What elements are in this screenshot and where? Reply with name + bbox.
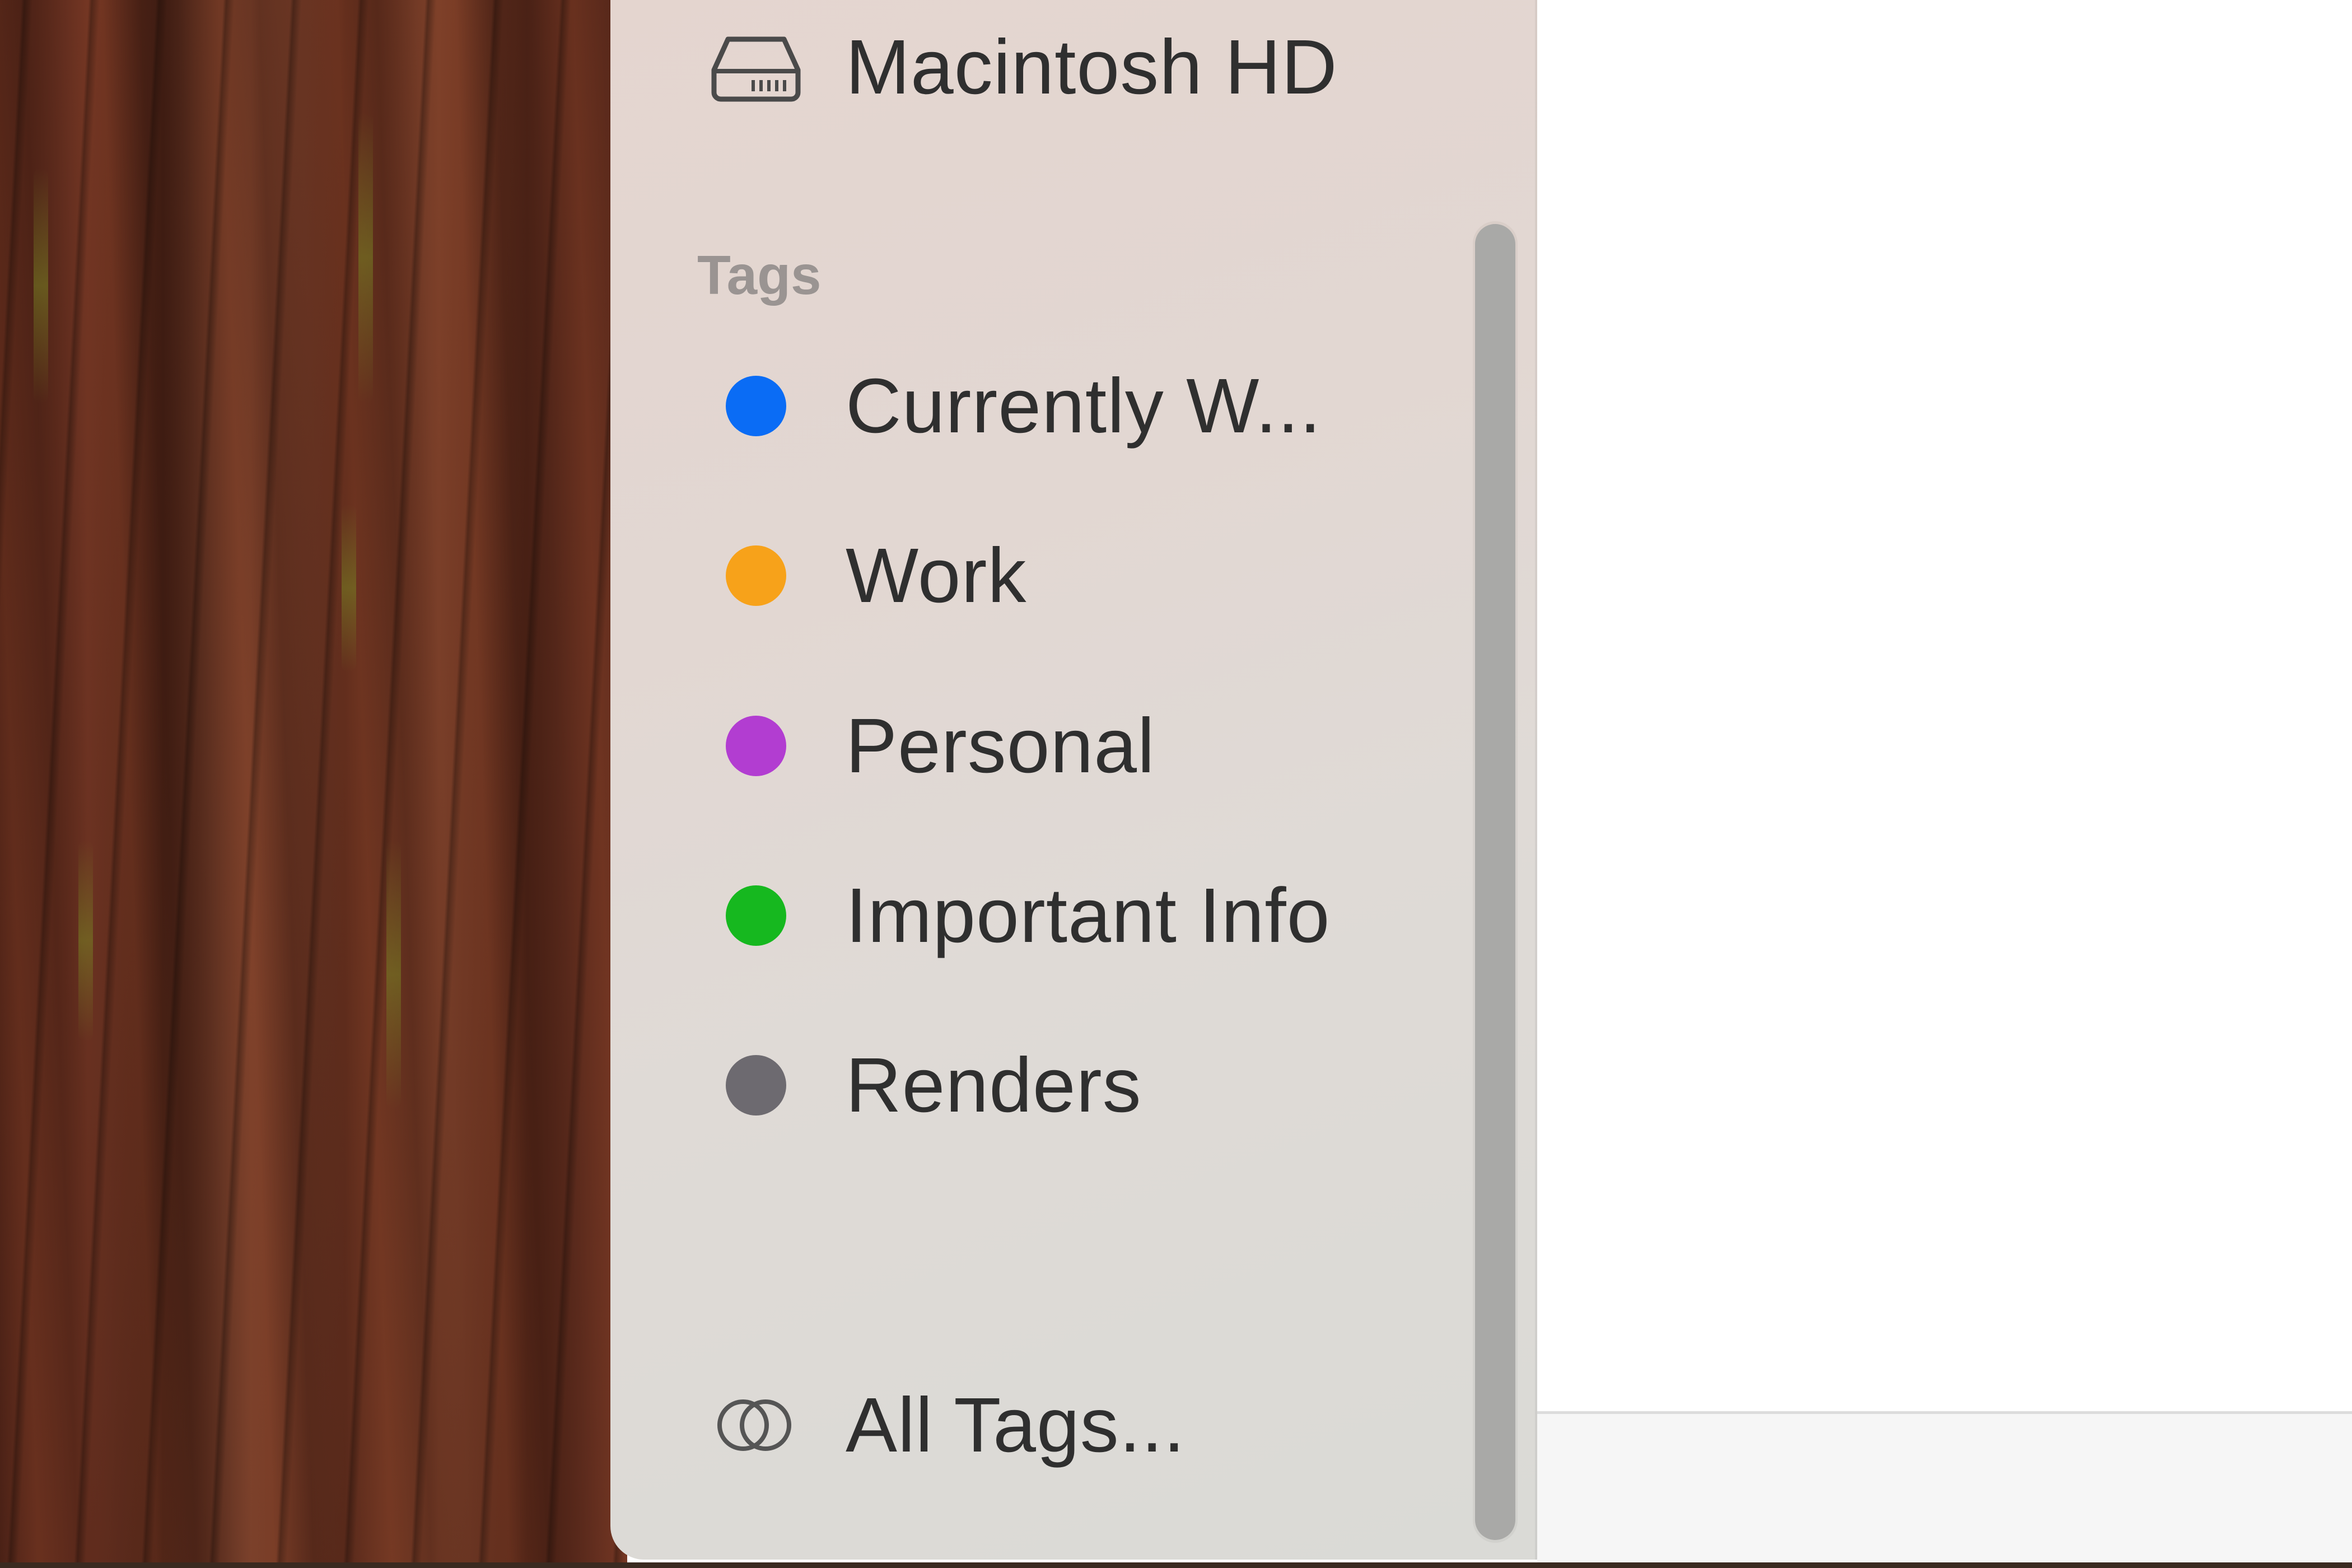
sidebar-item-tag-personal[interactable]: Personal bbox=[700, 690, 1155, 802]
sidebar-item-label: All Tags... bbox=[846, 1382, 1186, 1468]
sidebar-item-tag-renders[interactable]: Renders bbox=[700, 1029, 1142, 1141]
orange-tag-icon bbox=[700, 520, 812, 632]
desktop-wallpaper bbox=[0, 0, 627, 1568]
sidebar-item-tag-currently-working[interactable]: Currently W... bbox=[700, 350, 1322, 462]
tag-color-dot bbox=[726, 376, 786, 436]
sidebar-scrollbar-thumb[interactable] bbox=[1475, 224, 1515, 1540]
tag-color-dot bbox=[726, 716, 786, 776]
sidebar-item-label: Renders bbox=[846, 1042, 1142, 1128]
sidebar-item-label: Personal bbox=[846, 702, 1155, 789]
tag-color-dot bbox=[726, 545, 786, 606]
sidebar-item-label: Work bbox=[846, 532, 1027, 619]
finder-status-bar bbox=[1537, 1414, 2352, 1562]
purple-tag-icon bbox=[700, 690, 812, 802]
tag-color-dot bbox=[726, 1055, 786, 1116]
desktop-edge bbox=[0, 1562, 2352, 1568]
sidebar-item-label: Macintosh HD bbox=[846, 24, 1338, 110]
all-tags-icon bbox=[700, 1369, 812, 1481]
finder-file-area[interactable] bbox=[1537, 0, 2352, 1411]
screen: Macintosh HD Tags Currently W... Work Pe… bbox=[0, 0, 2352, 1568]
sidebar-item-label: Important Info bbox=[846, 872, 1331, 959]
sidebar-item-tag-important-info[interactable]: Important Info bbox=[700, 860, 1330, 972]
sidebar-item-label: Currently W... bbox=[846, 362, 1322, 449]
tag-color-dot bbox=[726, 885, 786, 946]
hard-drive-icon bbox=[700, 11, 812, 123]
sidebar-item-macintosh-hd[interactable]: Macintosh HD bbox=[700, 11, 1338, 123]
section-header-tags: Tags bbox=[697, 244, 822, 306]
blue-tag-icon bbox=[700, 350, 812, 462]
gray-tag-icon bbox=[700, 1029, 812, 1141]
green-tag-icon bbox=[700, 860, 812, 972]
sidebar-item-tag-work[interactable]: Work bbox=[700, 520, 1026, 632]
sidebar-item-all-tags[interactable]: All Tags... bbox=[700, 1369, 1186, 1481]
